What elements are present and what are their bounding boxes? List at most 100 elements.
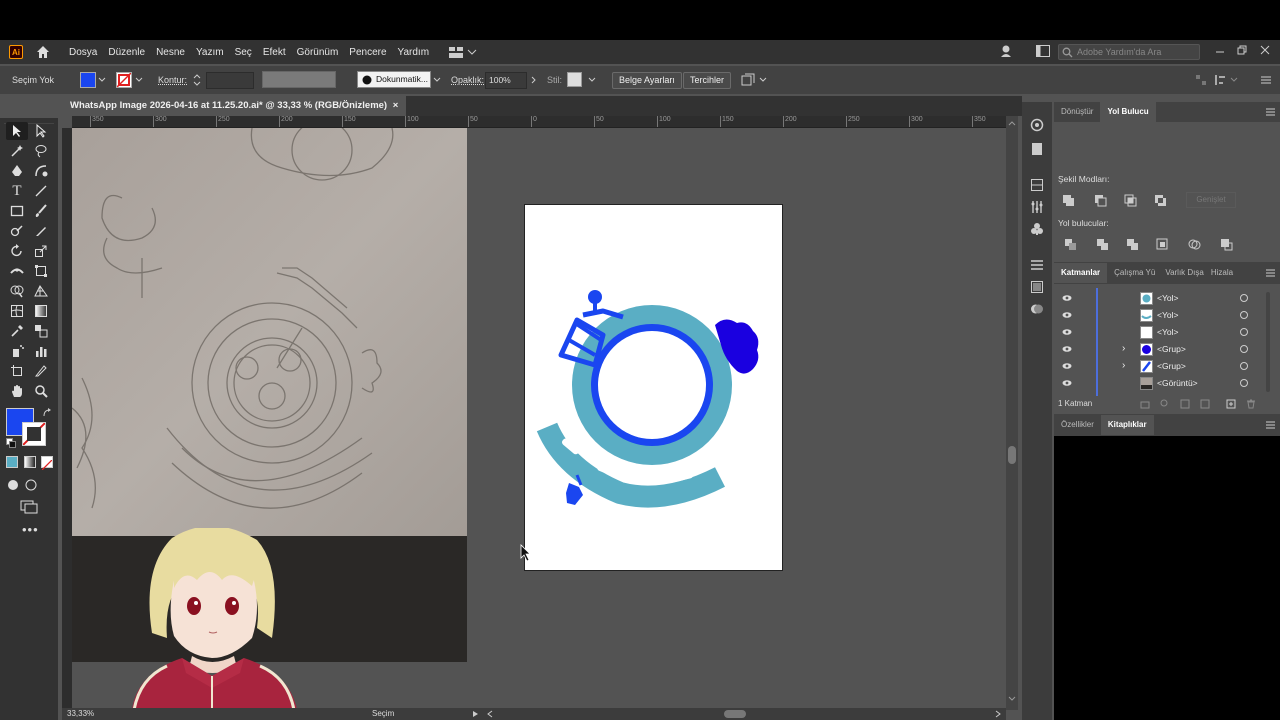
stroke-swatch[interactable] (116, 72, 132, 88)
minimize-icon[interactable] (1214, 44, 1226, 56)
transform-icon[interactable] (1030, 178, 1044, 192)
user-search-icon[interactable] (1000, 44, 1014, 58)
gradient-mode-icon[interactable] (24, 456, 36, 468)
mesh-tool[interactable] (6, 302, 28, 320)
color-mode-icon[interactable] (6, 456, 18, 468)
shape-builder-tool[interactable] (6, 282, 28, 300)
stroke-color-box[interactable] (22, 422, 46, 446)
blend-tool[interactable] (30, 322, 52, 340)
target-icon[interactable] (1240, 328, 1248, 336)
minus-back-icon[interactable] (1220, 238, 1233, 251)
menu-efekt[interactable]: Efekt (263, 47, 286, 58)
chevron-down-icon[interactable] (433, 77, 441, 83)
libraries-icon[interactable] (1030, 118, 1044, 132)
fill-swatch[interactable] (80, 72, 96, 88)
layer-row[interactable]: <Yol> (1054, 290, 1272, 307)
eye-icon[interactable] (1062, 327, 1072, 337)
chevron-down-icon[interactable] (135, 77, 143, 83)
chevron-down-icon[interactable] (588, 77, 596, 83)
draw-behind-icon[interactable] (24, 478, 38, 492)
canvas[interactable] (72, 128, 1006, 710)
type-tool[interactable]: T (6, 182, 28, 200)
properties-icon[interactable] (1030, 142, 1044, 156)
paintbrush-tool[interactable] (30, 202, 52, 220)
lasso-tool[interactable] (30, 142, 52, 160)
menu-gorunum[interactable]: Görünüm (297, 47, 339, 58)
vertical-scrollbar[interactable] (1006, 116, 1018, 710)
eye-icon[interactable] (1062, 378, 1072, 388)
tab-layers[interactable]: Katmanlar (1054, 263, 1108, 283)
width-tool[interactable] (6, 262, 28, 280)
variable-width-profile[interactable] (262, 71, 336, 88)
panel-menu-icon[interactable] (1266, 421, 1275, 429)
intersect-icon[interactable] (1124, 194, 1137, 207)
graphic-style-swatch[interactable] (567, 72, 582, 87)
exclude-icon[interactable] (1154, 194, 1167, 207)
hand-tool[interactable] (6, 382, 28, 400)
trash-icon[interactable] (1246, 399, 1256, 409)
rectangle-tool[interactable] (6, 202, 28, 220)
pen-tool[interactable] (6, 162, 28, 180)
menu-yazim[interactable]: Yazım (196, 47, 224, 58)
clipping-mask-icon[interactable] (1180, 399, 1190, 409)
pencil-tool[interactable] (30, 222, 52, 240)
target-icon[interactable] (1240, 294, 1248, 302)
target-icon[interactable] (1240, 379, 1248, 387)
chevron-right-icon[interactable] (531, 76, 537, 84)
chevron-down-icon[interactable] (759, 77, 767, 83)
document-tab[interactable]: WhatsApp Image 2026-04-16 at 11.25.20.ai… (62, 96, 407, 116)
stroke-panel-icon[interactable] (1030, 258, 1044, 272)
menu-yardim[interactable]: Yardım (398, 47, 430, 58)
horizontal-ruler[interactable]: 350 300 250 200 150 100 50 0 50 100 150 200 250 300 35… (72, 116, 1006, 128)
line-segment-tool[interactable] (30, 182, 52, 200)
target-icon[interactable] (1240, 362, 1248, 370)
symbols-icon[interactable] (1030, 222, 1044, 236)
default-colors-icon[interactable] (6, 438, 16, 448)
tab-libraries[interactable]: Kitaplıklar (1100, 415, 1154, 435)
chevron-down-icon[interactable] (1230, 77, 1238, 83)
puppet-warp-icon[interactable] (1030, 200, 1044, 214)
divide-icon[interactable] (1064, 238, 1077, 251)
locate-object-icon[interactable] (1160, 399, 1170, 409)
stepper-icon[interactable] (192, 72, 202, 88)
layer-row[interactable]: › <Grup> (1054, 358, 1272, 375)
opacity-field[interactable]: 100% (485, 72, 527, 89)
none-mode-icon[interactable] (41, 456, 53, 471)
gear-artwork[interactable] (536, 290, 759, 508)
column-graph-tool[interactable] (30, 342, 52, 360)
draw-normal-icon[interactable] (6, 478, 20, 492)
panel-layout-icon[interactable] (1036, 45, 1050, 57)
zoom-level[interactable]: 33,33% (67, 709, 94, 718)
magic-wand-tool[interactable] (6, 142, 28, 160)
panel-menu-icon[interactable] (1266, 269, 1275, 277)
opacity-label[interactable]: Opaklık: (451, 75, 484, 85)
more-tools-icon[interactable]: ••• (22, 522, 39, 537)
tab-align[interactable]: Hizala (1207, 263, 1237, 283)
selection-tool[interactable] (6, 122, 28, 140)
stroke-label[interactable]: Kontur: (158, 75, 187, 85)
expand-arrow-icon[interactable]: › (1122, 360, 1125, 371)
new-sublayer-icon[interactable] (1200, 399, 1210, 409)
vertical-scroll-thumb[interactable] (1008, 446, 1016, 464)
tab-properties[interactable]: Özellikler (1054, 415, 1101, 435)
tab-transform[interactable]: Dönüştür (1054, 102, 1100, 122)
scroll-right-icon[interactable] (994, 710, 1002, 718)
menu-nesne[interactable]: Nesne (156, 47, 185, 58)
merge-icon[interactable] (1126, 238, 1139, 251)
target-icon[interactable] (1240, 311, 1248, 319)
layer-row[interactable]: › <Grup> (1054, 341, 1272, 358)
brush-definition-dropdown[interactable]: Dokunmatik... (357, 71, 431, 88)
free-transform-tool[interactable] (30, 262, 52, 280)
artboard[interactable] (524, 204, 783, 571)
layer-row[interactable]: <Yol> (1054, 307, 1272, 324)
expand-button[interactable]: Genişlet (1186, 192, 1236, 208)
new-layer-icon[interactable] (1226, 399, 1236, 409)
symbol-sprayer-tool[interactable] (6, 342, 28, 360)
restore-icon[interactable] (1236, 44, 1248, 56)
menu-lines-icon[interactable] (1260, 74, 1272, 86)
eye-icon[interactable] (1062, 344, 1072, 354)
scale-tool[interactable] (30, 242, 52, 260)
expand-arrow-icon[interactable]: › (1122, 343, 1125, 354)
eye-icon[interactable] (1062, 293, 1072, 303)
tab-pathfinder[interactable]: Yol Bulucu (1100, 102, 1156, 122)
